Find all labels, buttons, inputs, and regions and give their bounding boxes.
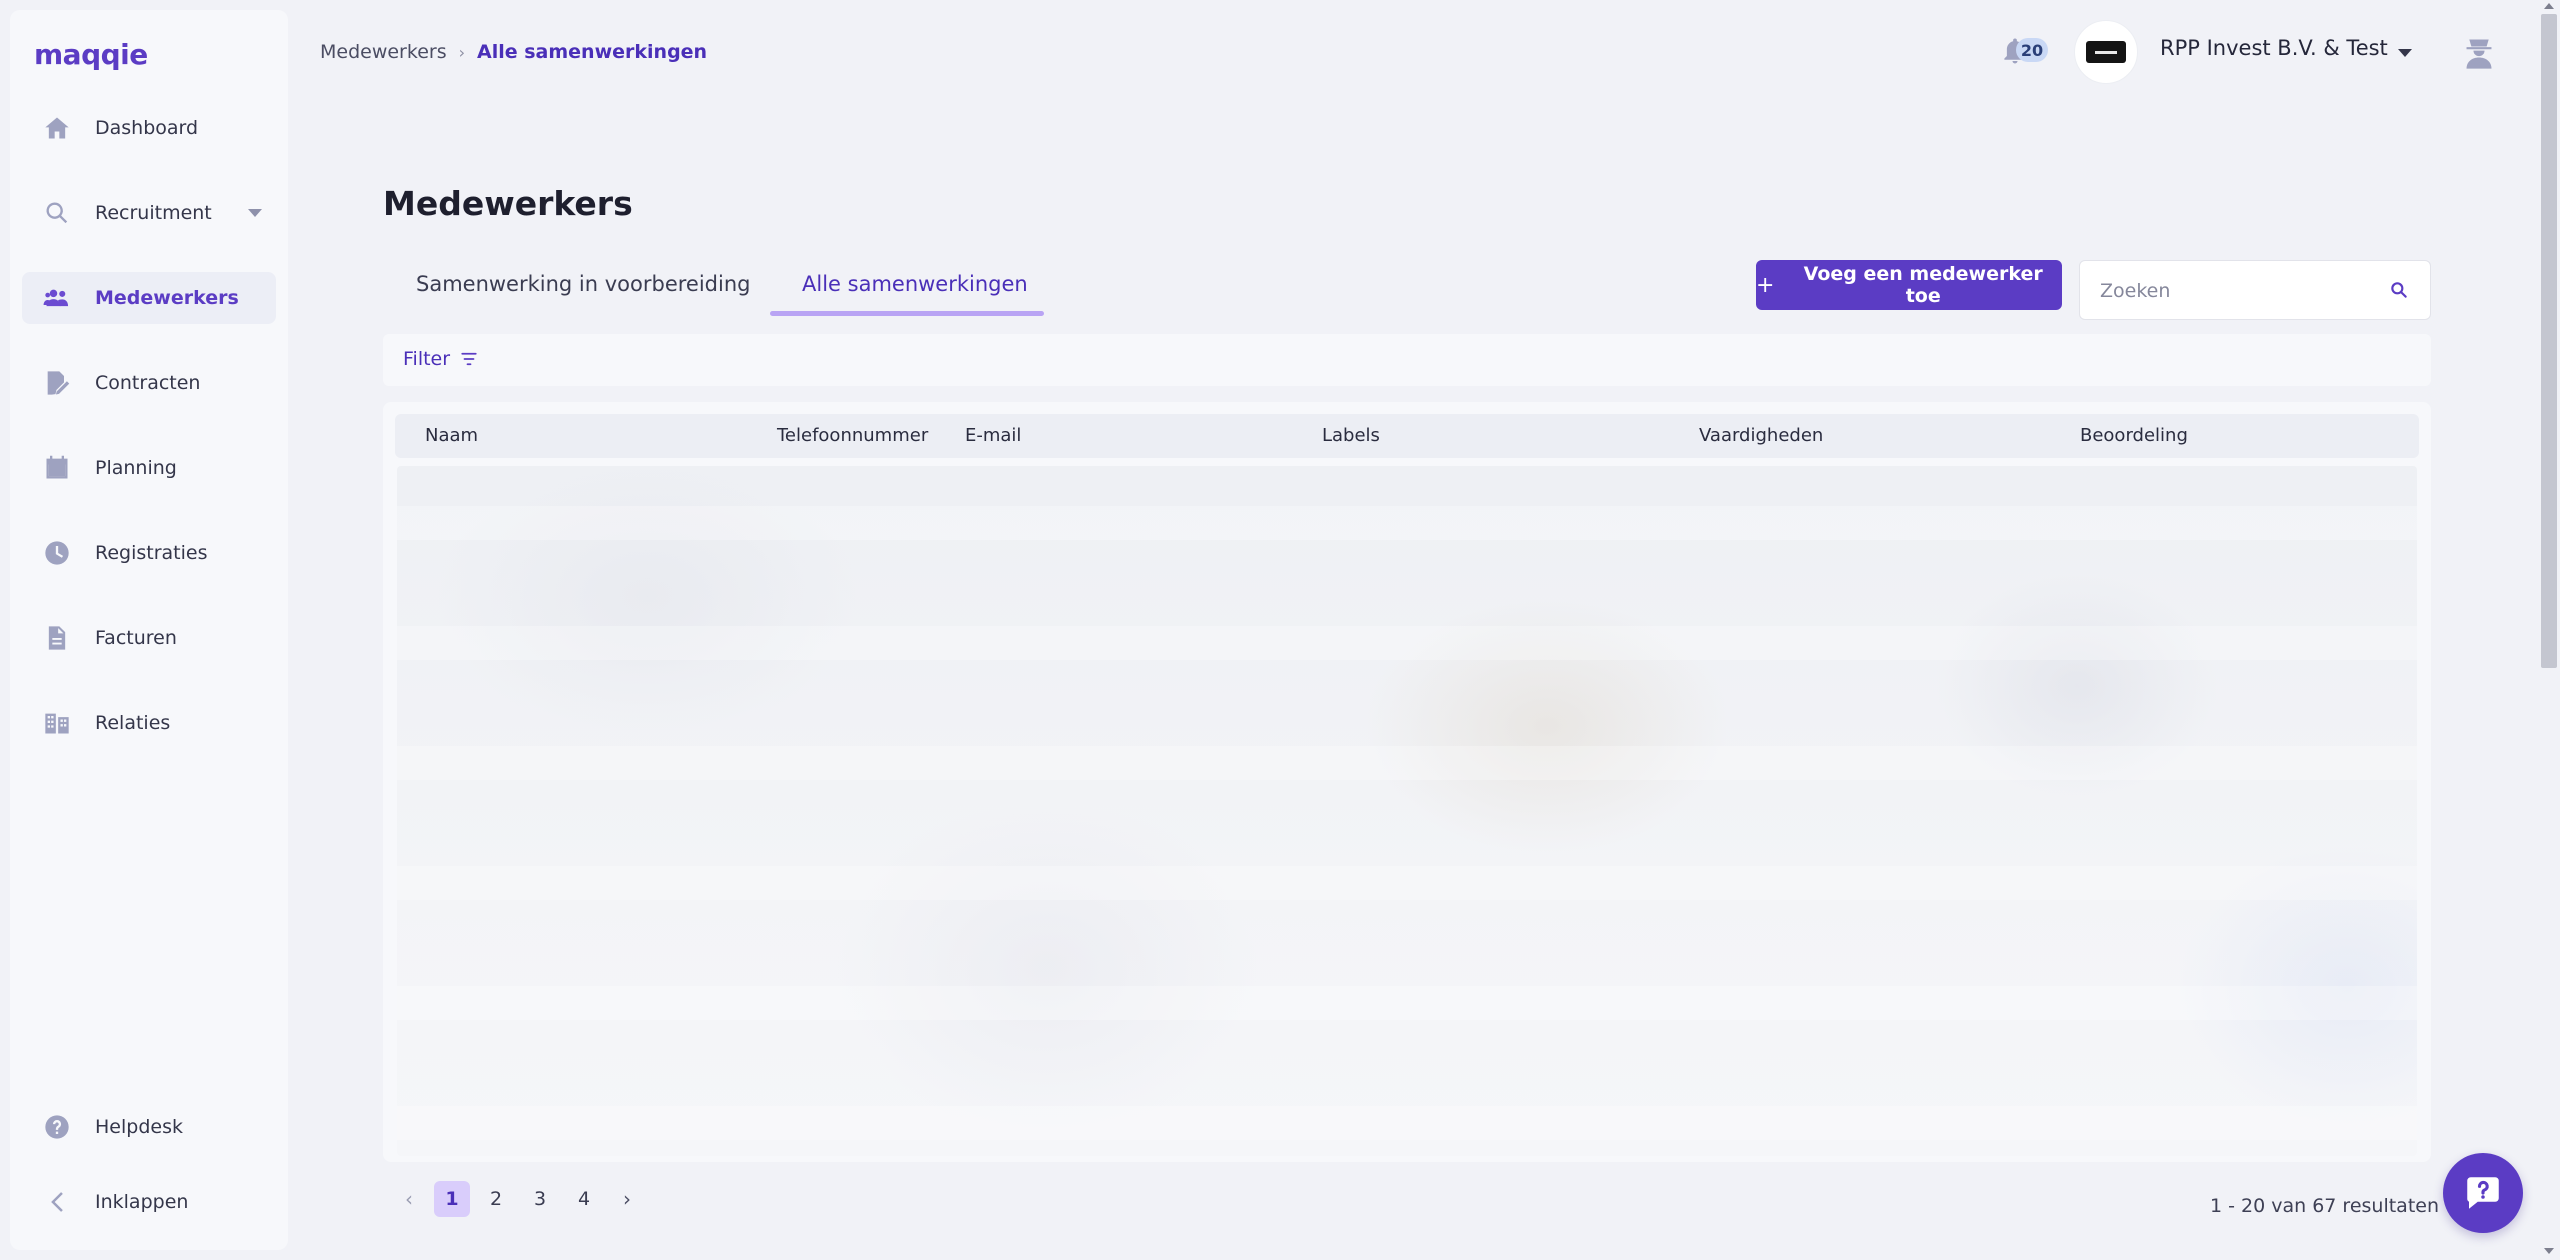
sidebar-item-label: Recruitment: [95, 202, 212, 224]
sidebar-item-relaties[interactable]: Relaties: [22, 697, 276, 749]
breadcrumb-item-current: Alle samenwerkingen: [477, 41, 708, 63]
filter-label: Filter: [403, 348, 451, 370]
chevron-right-icon: ›: [458, 42, 466, 62]
sidebar-item-medewerkers[interactable]: Medewerkers: [22, 272, 276, 324]
filter-button[interactable]: Filter: [403, 348, 478, 370]
sidebar-item-label: Inklappen: [95, 1191, 189, 1213]
sidebar: maqqie Dashboard Recruitment Medewerkers…: [10, 10, 288, 1250]
search-input[interactable]: [2100, 277, 2380, 305]
table-body-loading: [397, 466, 2417, 1156]
scroll-up-icon[interactable]: [2544, 3, 2554, 9]
help-icon: [42, 1112, 72, 1142]
page-button-4[interactable]: 4: [566, 1181, 602, 1217]
table-row: [397, 626, 2417, 660]
user-icon: [2466, 39, 2492, 69]
table-row: [397, 866, 2417, 900]
table-header: Naam Telefoonnummer E-mail Labels Vaardi…: [395, 414, 2419, 458]
sidebar-item-label: Contracten: [95, 372, 201, 394]
pagination: ‹ 1 2 3 4 ›: [392, 1180, 644, 1218]
help-chat-button[interactable]: [2443, 1153, 2523, 1233]
table-row: [397, 746, 2417, 780]
company-logo-icon: [2086, 41, 2126, 63]
home-icon: [42, 113, 72, 143]
sidebar-item-label: Dashboard: [95, 117, 199, 139]
sidebar-item-label: Medewerkers: [95, 287, 239, 309]
sidebar-item-planning[interactable]: Planning: [22, 442, 276, 494]
search-box: [2079, 260, 2431, 320]
tab-alle-samenwerkingen[interactable]: Alle samenwerkingen: [802, 272, 1028, 296]
column-header-telefoonnummer[interactable]: Telefoonnummer: [777, 425, 928, 446]
chevron-left-icon: [42, 1187, 72, 1217]
chat-help-icon: [2467, 1177, 2499, 1209]
sidebar-item-facturen[interactable]: Facturen: [22, 612, 276, 664]
contract-icon: [42, 368, 72, 398]
notifications-badge[interactable]: 20: [2016, 38, 2048, 62]
results-count: 1 - 20 van 67 resultaten: [2210, 1195, 2440, 1217]
page-button-2[interactable]: 2: [478, 1181, 514, 1217]
users-icon: [42, 283, 72, 313]
sidebar-item-label: Planning: [95, 457, 177, 479]
page-button-3[interactable]: 3: [522, 1181, 558, 1217]
column-header-labels[interactable]: Labels: [1322, 425, 1380, 446]
sidebar-item-contracten[interactable]: Contracten: [22, 357, 276, 409]
company-name[interactable]: RPP Invest B.V. & Test: [2160, 36, 2388, 60]
column-header-naam[interactable]: Naam: [425, 425, 478, 446]
active-tab-indicator: [770, 311, 1044, 316]
sidebar-item-label: Facturen: [95, 627, 177, 649]
column-header-email[interactable]: E-mail: [965, 425, 1021, 446]
company-avatar[interactable]: [2074, 20, 2138, 84]
sidebar-item-registraties[interactable]: Registraties: [22, 527, 276, 579]
sidebar-item-label: Helpdesk: [95, 1116, 183, 1138]
chevron-down-icon: [248, 209, 262, 217]
sidebar-item-recruitment[interactable]: Recruitment: [22, 187, 276, 239]
table-row: [397, 986, 2417, 1020]
next-page-button[interactable]: ›: [610, 1182, 644, 1216]
previous-page-button[interactable]: ‹: [392, 1182, 426, 1216]
user-menu-button[interactable]: [2462, 34, 2496, 70]
filter-bar: Filter: [383, 334, 2431, 386]
page-button-1[interactable]: 1: [434, 1181, 470, 1217]
sidebar-item-dashboard[interactable]: Dashboard: [22, 102, 276, 154]
add-employee-button[interactable]: + Voeg een medewerker toe: [1756, 260, 2062, 310]
search-icon: [42, 198, 72, 228]
building-icon: [42, 708, 72, 738]
sidebar-item-label: Registraties: [95, 542, 208, 564]
table-row: [397, 1106, 2417, 1140]
collapse-sidebar-button[interactable]: Inklappen: [22, 1176, 276, 1228]
column-header-vaardigheden[interactable]: Vaardigheden: [1699, 425, 1823, 446]
invoice-icon: [42, 623, 72, 653]
employees-table: Naam Telefoonnummer E-mail Labels Vaardi…: [383, 402, 2431, 1162]
tab-samenwerking-in-voorbereiding[interactable]: Samenwerking in voorbereiding: [416, 272, 750, 296]
add-employee-label: Voeg een medewerker toe: [1803, 263, 2043, 307]
clock-icon: [42, 538, 72, 568]
page-title: Medewerkers: [383, 184, 633, 223]
filter-icon: [461, 352, 477, 366]
search-icon[interactable]: [2389, 280, 2411, 302]
column-header-beoordeling[interactable]: Beoordeling: [2080, 425, 2188, 446]
scroll-down-icon[interactable]: [2544, 1248, 2554, 1254]
breadcrumb-item-medewerkers[interactable]: Medewerkers: [320, 41, 447, 63]
calendar-icon: [42, 453, 72, 483]
sidebar-item-helpdesk[interactable]: Helpdesk: [22, 1101, 276, 1153]
app-logo[interactable]: maqqie: [34, 38, 148, 71]
table-row: [397, 506, 2417, 540]
page-scrollbar-thumb[interactable]: [2541, 14, 2557, 668]
sidebar-item-label: Relaties: [95, 712, 171, 734]
chevron-down-icon[interactable]: [2398, 49, 2412, 57]
plus-icon: +: [1756, 272, 1775, 298]
breadcrumb: Medewerkers › Alle samenwerkingen: [320, 41, 707, 63]
